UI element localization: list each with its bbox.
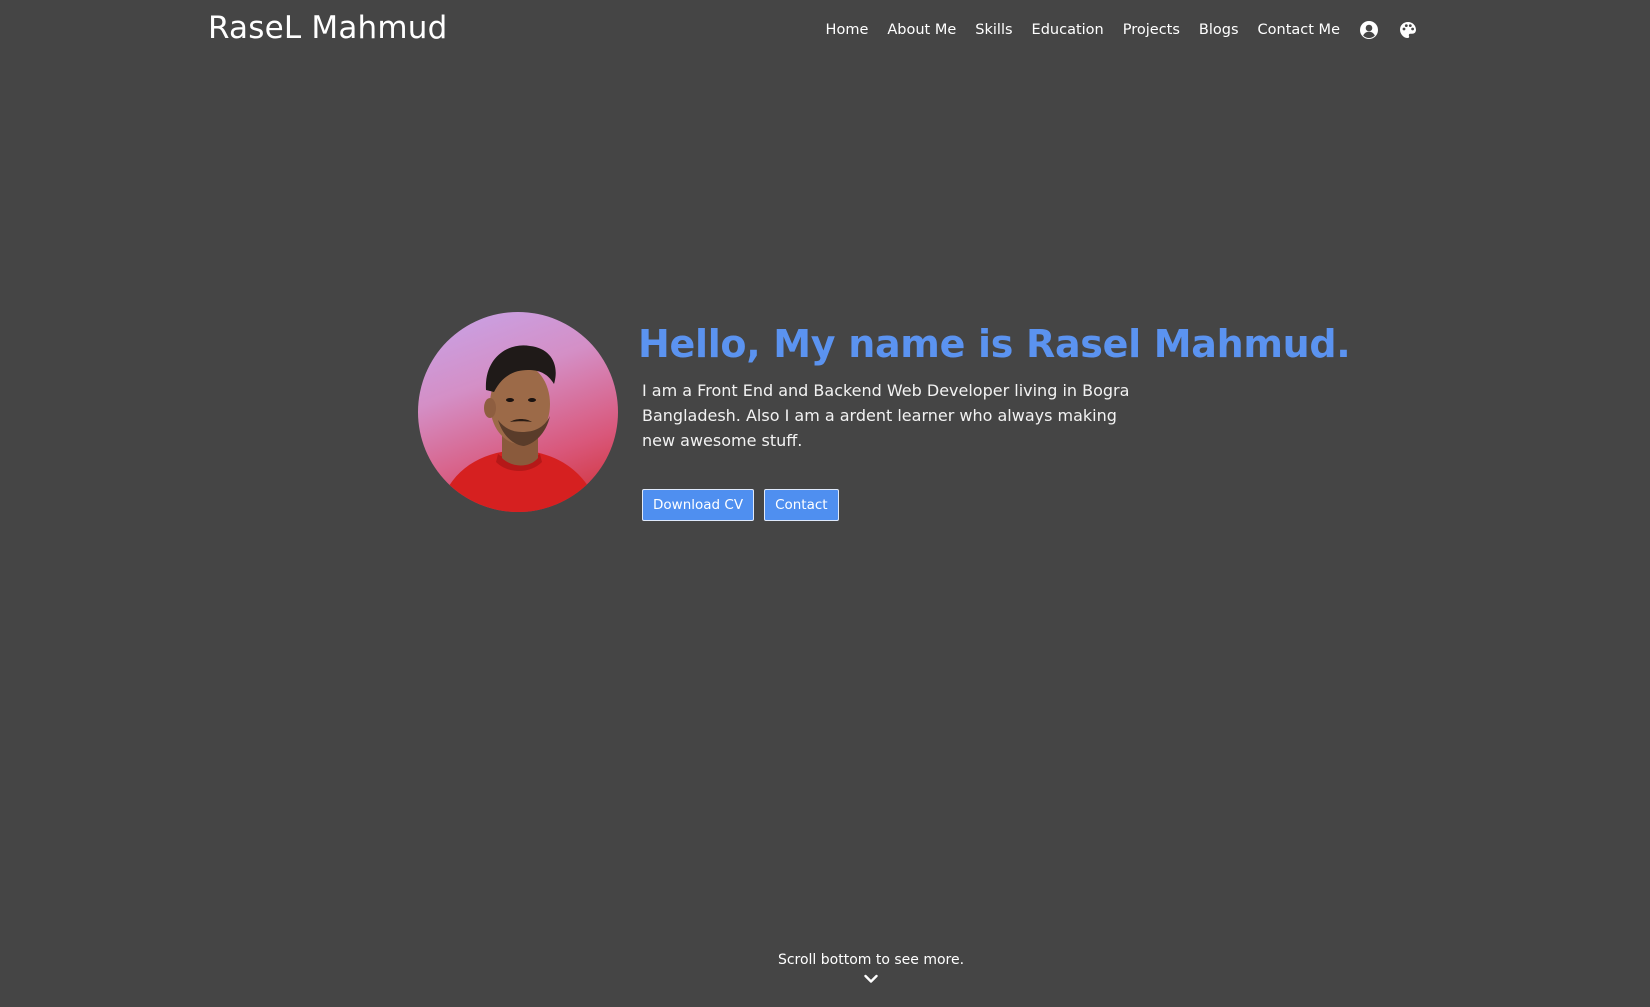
user-circle-icon[interactable]: [1359, 20, 1379, 40]
chevron-down-icon[interactable]: [864, 974, 878, 984]
nav-link-projects[interactable]: Projects: [1123, 22, 1180, 38]
hero-buttons: Download CV Contact: [642, 489, 1338, 521]
scroll-hint: Scroll bottom to see more.: [0, 952, 1650, 984]
brand-logo-text[interactable]: RaseL Mahmud: [208, 10, 448, 46]
nav-link-education[interactable]: Education: [1032, 22, 1104, 38]
nav-link-skills[interactable]: Skills: [975, 22, 1012, 38]
page: RaseL Mahmud Home About Me Skills Educat…: [0, 0, 1650, 1007]
nav-link-about-me[interactable]: About Me: [887, 22, 956, 38]
download-cv-button[interactable]: Download CV: [642, 489, 755, 521]
hero-headline: Hello, My name is Rasel Mahmud.: [638, 316, 1351, 372]
hero-headline-text: Hello, My name is Rasel Mahmud.: [638, 322, 1351, 366]
nav-menu: Home About Me Skills Education Projects …: [826, 18, 1418, 42]
contact-button[interactable]: Contact: [764, 489, 839, 521]
hero-text: Hello, My name is Rasel Mahmud. I am a F…: [638, 312, 1351, 521]
hero-section: Hello, My name is Rasel Mahmud. I am a F…: [418, 312, 1351, 521]
profile-photo: [418, 312, 618, 512]
palette-icon[interactable]: [1398, 20, 1418, 40]
nav-link-blogs[interactable]: Blogs: [1199, 22, 1239, 38]
navbar: RaseL Mahmud Home About Me Skills Educat…: [0, 0, 1650, 62]
nav-link-home[interactable]: Home: [826, 22, 869, 38]
nav-link-contact-me[interactable]: Contact Me: [1258, 22, 1340, 38]
scroll-hint-text: Scroll bottom to see more.: [777, 952, 965, 968]
hero-bio: I am a Front End and Backend Web Develop…: [642, 381, 1130, 450]
